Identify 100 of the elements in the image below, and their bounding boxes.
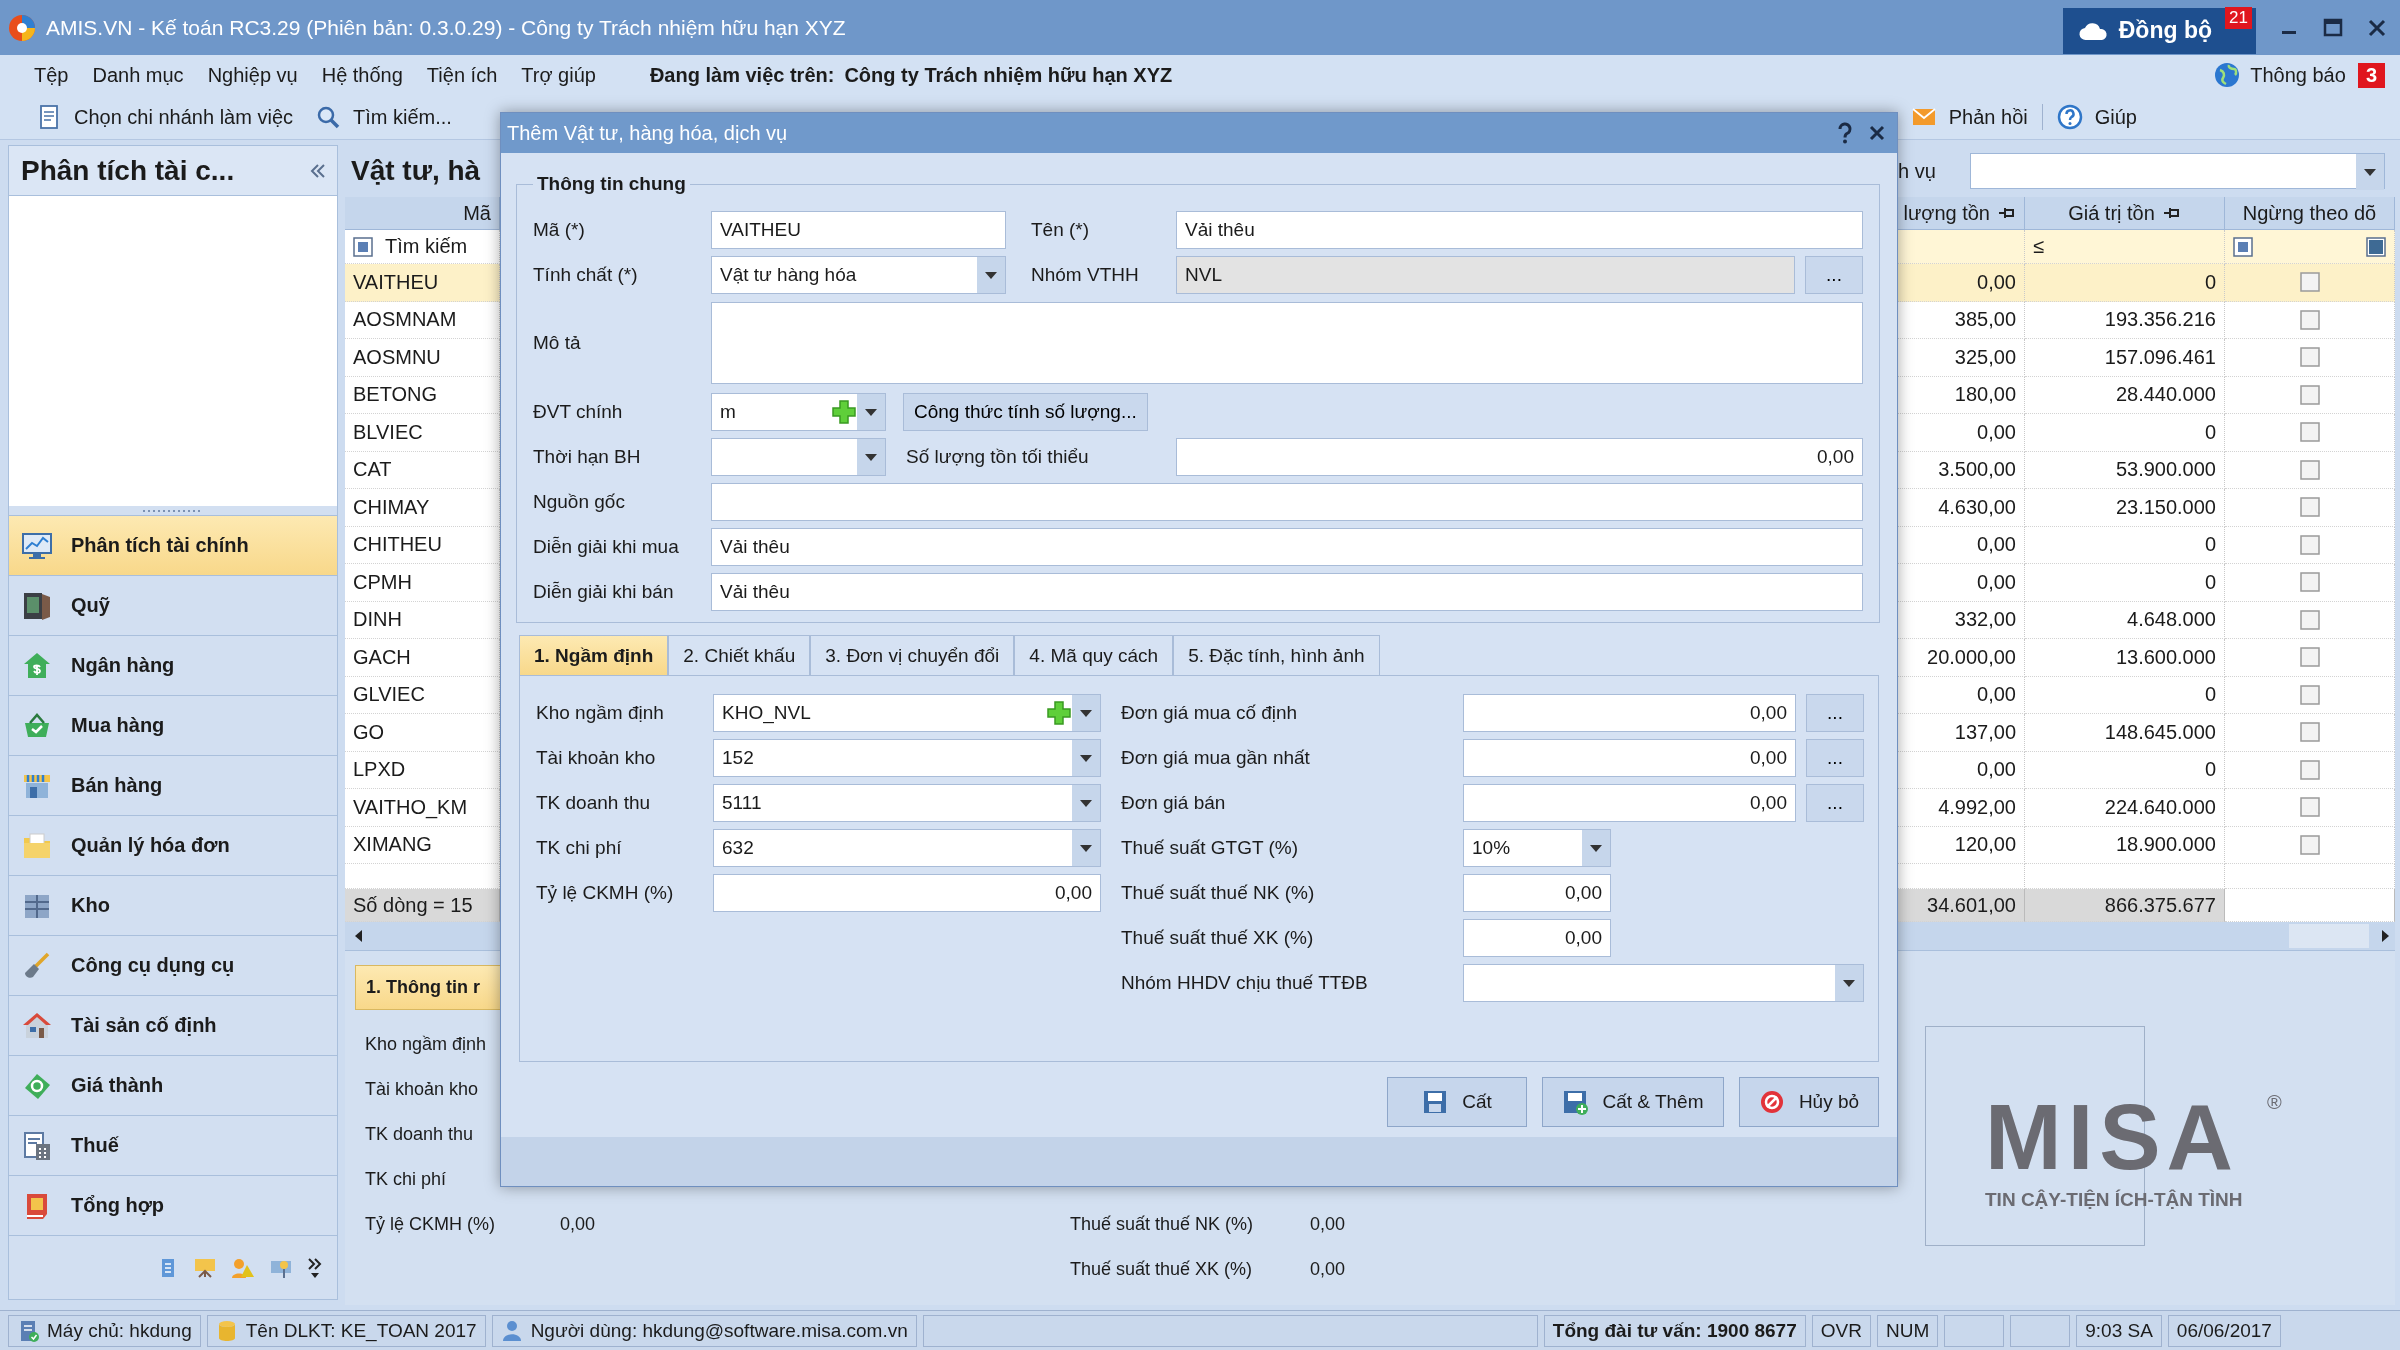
checkbox[interactable] <box>2298 683 2321 706</box>
column-header[interactable]: Mã <box>345 197 500 230</box>
table-cell[interactable]: CHIMAY <box>345 489 500 527</box>
maximize-icon[interactable] <box>2322 16 2344 39</box>
tab[interactable]: 3. Đơn vị chuyển đổi <box>810 635 1015 675</box>
more-icon[interactable] <box>307 1255 323 1280</box>
filter-toggle-icon[interactable] <box>2366 236 2386 257</box>
menu-item[interactable]: Tiện ích <box>414 63 510 87</box>
browse-button[interactable]: ... <box>1806 738 1864 777</box>
tab[interactable]: 1. Ngầm định <box>519 635 669 675</box>
number-field[interactable]: 0,00 <box>1463 918 1611 957</box>
unit-dropdown[interactable]: m <box>711 392 886 431</box>
filter-cell[interactable] <box>2225 230 2395 264</box>
table-cell[interactable]: DINH <box>345 601 500 639</box>
checkbox[interactable] <box>2298 496 2321 519</box>
purchase-description-field[interactable]: Vải thêu <box>711 527 1863 566</box>
tab[interactable]: 1. Thông tin r <box>355 965 500 1010</box>
branch-button[interactable]: Chọn chi nhánh làm việc <box>28 100 301 134</box>
checkbox[interactable] <box>2298 271 2321 294</box>
name-field[interactable]: Vải thêu <box>1176 210 1863 249</box>
help-button[interactable]: Giúp <box>2048 100 2145 134</box>
collapse-icon[interactable] <box>309 161 327 180</box>
checkbox[interactable] <box>2298 608 2321 631</box>
checkbox[interactable] <box>2298 533 2321 556</box>
checkbox[interactable] <box>2298 833 2321 856</box>
origin-field[interactable] <box>711 482 1863 521</box>
menu-item[interactable]: Hệ thống <box>309 63 415 87</box>
nav-item[interactable]: Phân tích tài chính <box>9 516 337 576</box>
checkbox[interactable] <box>2298 308 2321 331</box>
table-cell[interactable]: AOSMNU <box>345 339 500 377</box>
pin-icon[interactable] <box>1998 206 2016 220</box>
table-cell[interactable]: LPXD <box>345 751 500 789</box>
checkbox[interactable] <box>2298 796 2321 819</box>
sync-button[interactable]: Đồng bộ 21 <box>2062 7 2256 54</box>
save-and-add-button[interactable]: Cất & Thêm <box>1542 1077 1724 1127</box>
filter-cell[interactable]: ≤ <box>2025 230 2225 264</box>
table-cell[interactable]: GACH <box>345 639 500 677</box>
help-icon[interactable] <box>1837 122 1853 144</box>
filter-cell[interactable] <box>1898 230 2025 264</box>
number-field[interactable]: 0,00 <box>1463 873 1611 912</box>
checkbox[interactable] <box>2298 346 2321 369</box>
table-cell[interactable]: AOSMNAM <box>345 301 500 339</box>
table-cell[interactable]: CPMH <box>345 564 500 602</box>
menu-item[interactable]: Danh mục <box>80 63 196 87</box>
table-cell[interactable]: CHITHEU <box>345 526 500 564</box>
number-field[interactable]: 0,00 <box>1463 783 1796 822</box>
dropdown-field[interactable] <box>1463 963 1864 1002</box>
save-button[interactable]: Cất <box>1387 1077 1527 1127</box>
table-cell[interactable]: VAITHO_KM <box>345 789 500 827</box>
dropdown-field[interactable]: 632 <box>713 828 1101 867</box>
browse-button[interactable]: ... <box>1806 693 1864 732</box>
filter-toggle-icon[interactable] <box>2233 236 2253 257</box>
tab[interactable]: 5. Đặc tính, hình ảnh <box>1173 635 1380 675</box>
table-cell[interactable]: BETONG <box>345 376 500 414</box>
pin-icon[interactable] <box>2162 206 2181 220</box>
checkbox[interactable] <box>2298 383 2321 406</box>
menu-item[interactable]: Tệp <box>22 63 81 87</box>
people-icon[interactable] <box>231 1256 255 1279</box>
checkbox[interactable] <box>2298 571 2321 594</box>
table-cell[interactable]: GLVIEC <box>345 676 500 714</box>
browse-button[interactable]: ... <box>1806 783 1864 822</box>
splitter-handle-icon[interactable] <box>143 508 203 513</box>
min-stock-field[interactable]: 0,00 <box>1176 437 1863 476</box>
search-button[interactable]: Tìm kiếm... <box>307 100 460 134</box>
tab[interactable]: 2. Chiết khấu <box>668 635 811 675</box>
checkbox[interactable] <box>2298 458 2321 481</box>
column-header[interactable]: lượng tồn <box>1898 197 2025 230</box>
checkbox[interactable] <box>2298 646 2321 669</box>
formula-button[interactable]: Công thức tính số lượng... <box>903 392 1148 431</box>
cancel-button[interactable]: Hủy bỏ <box>1739 1077 1879 1127</box>
table-cell[interactable]: VAITHEU <box>345 264 500 302</box>
close-icon[interactable] <box>1869 125 1885 141</box>
column-header[interactable]: Ngừng theo dõ <box>2225 197 2395 230</box>
table-cell[interactable]: CAT <box>345 451 500 489</box>
filter-operator[interactable]: ≤ <box>2033 235 2044 258</box>
number-field[interactable]: 0,00 <box>713 873 1101 912</box>
table-cell[interactable]: XIMANG <box>345 826 500 864</box>
dropdown-field[interactable]: 152 <box>713 738 1101 777</box>
checkbox[interactable] <box>2298 758 2321 781</box>
menu-item[interactable]: Nghiệp vụ <box>195 63 310 87</box>
number-field[interactable]: 0,00 <box>1463 738 1796 777</box>
dropdown-field[interactable]: KHO_NVL <box>713 693 1101 732</box>
dropdown-field[interactable]: 5111 <box>713 783 1101 822</box>
description-field[interactable] <box>711 302 1863 384</box>
table-cell[interactable]: GO <box>345 714 500 752</box>
checkbox[interactable] <box>2298 421 2321 444</box>
table-cell[interactable]: BLVIEC <box>345 414 500 452</box>
number-field[interactable]: 0,00 <box>1463 693 1796 732</box>
menu-item[interactable]: Trợ giúp <box>509 63 608 87</box>
search-field[interactable]: Tìm kiếm <box>345 230 500 264</box>
sale-description-field[interactable]: Vải thêu <box>711 572 1863 611</box>
nature-dropdown[interactable]: Vật tư hàng hóa <box>711 255 1006 294</box>
filter-toggle-icon[interactable] <box>353 236 373 257</box>
checkbox[interactable] <box>2298 721 2321 744</box>
feedback-button[interactable]: Phản hồi <box>1902 100 2036 134</box>
dropdown-field[interactable]: 10% <box>1463 828 1611 867</box>
tab[interactable]: 4. Mã quy cách <box>1014 635 1174 675</box>
column-header[interactable]: Giá trị tồn <box>2025 197 2225 230</box>
presentation-icon[interactable] <box>193 1256 217 1279</box>
notifications-link[interactable]: Thông báo <box>2250 63 2346 87</box>
